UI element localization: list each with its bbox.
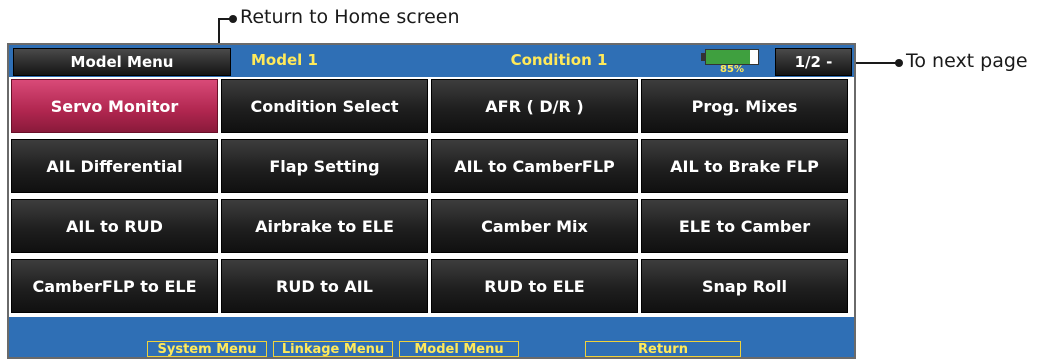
- model-menu-footer-button[interactable]: Model Menu: [399, 341, 519, 357]
- menu-item-airbrake-to-ele[interactable]: Airbrake to ELE: [221, 199, 428, 253]
- battery-terminal: [701, 53, 705, 61]
- menu-grid: Servo Monitor Condition Select AFR ( D/R )…: [9, 77, 854, 317]
- menu-item-condition-select[interactable]: Condition Select: [221, 79, 428, 133]
- menu-item-rud-to-ail[interactable]: RUD to AIL: [221, 259, 428, 313]
- return-home-callout-line: [218, 18, 220, 44]
- annotation-next-page: To next page: [906, 50, 1028, 72]
- return-button[interactable]: Return: [585, 341, 741, 357]
- menu-item-ail-to-camberflp[interactable]: AIL to CamberFLP: [431, 139, 638, 193]
- next-page-callout-dot: [895, 59, 903, 67]
- system-menu-button[interactable]: System Menu: [147, 341, 267, 357]
- menu-item-afr-d-r[interactable]: AFR ( D/R ): [431, 79, 638, 133]
- header-bar: Model Menu Model 1 Condition 1 85% 1/2 -: [9, 45, 854, 77]
- menu-item-snap-roll[interactable]: Snap Roll: [641, 259, 848, 313]
- annotation-return-home: Return to Home screen: [240, 6, 460, 28]
- menu-item-servo-monitor[interactable]: Servo Monitor: [11, 79, 218, 133]
- battery-percent: 85%: [720, 64, 744, 75]
- battery-icon: [701, 49, 759, 65]
- menu-item-ail-to-rud[interactable]: AIL to RUD: [11, 199, 218, 253]
- menu-item-ail-differential[interactable]: AIL Differential: [11, 139, 218, 193]
- model-name: Model 1: [251, 51, 318, 69]
- menu-item-ail-to-brake-flp[interactable]: AIL to Brake FLP: [641, 139, 848, 193]
- footer-bar: System Menu Linkage Menu Model Menu Retu…: [9, 317, 854, 357]
- next-page-button[interactable]: 1/2 -: [775, 48, 852, 76]
- model-menu-button[interactable]: Model Menu: [13, 48, 231, 76]
- battery-fill: [706, 50, 751, 64]
- menu-item-rud-to-ele[interactable]: RUD to ELE: [431, 259, 638, 313]
- transmitter-screen: Model Menu Model 1 Condition 1 85% 1/2 -…: [7, 43, 856, 359]
- menu-item-prog-mixes[interactable]: Prog. Mixes: [641, 79, 848, 133]
- next-page-callout-line: [852, 62, 898, 64]
- linkage-menu-button[interactable]: Linkage Menu: [273, 341, 393, 357]
- menu-item-flap-setting[interactable]: Flap Setting: [221, 139, 428, 193]
- menu-item-ele-to-camber[interactable]: ELE to Camber: [641, 199, 848, 253]
- menu-item-camber-mix[interactable]: Camber Mix: [431, 199, 638, 253]
- condition-label: Condition 1: [510, 51, 608, 69]
- return-home-callout-dot: [229, 15, 237, 23]
- menu-item-camberflp-to-ele[interactable]: CamberFLP to ELE: [11, 259, 218, 313]
